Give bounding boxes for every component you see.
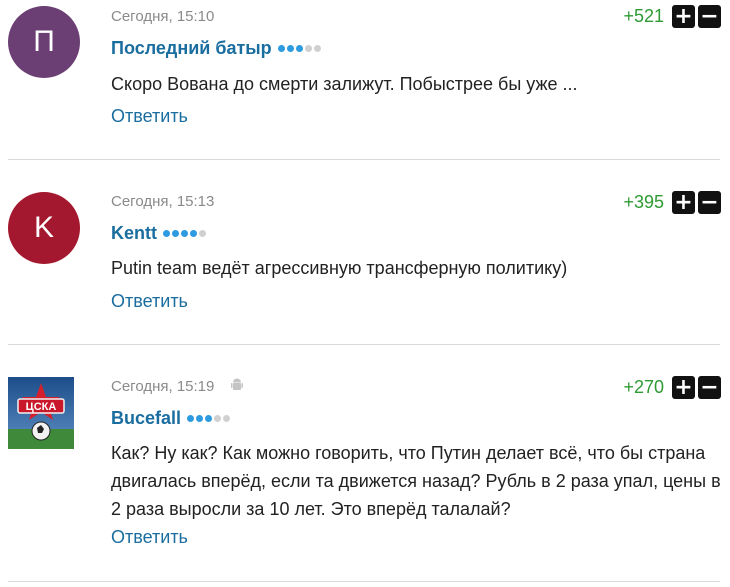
vote-down-button[interactable]: − [698, 5, 721, 28]
avatar-letter: K [33, 211, 54, 244]
comment-item: П Сегодня, 15:10 Последний батыр Скоро В… [0, 0, 730, 160]
rank-dot [172, 230, 179, 237]
rank-dot [181, 230, 188, 237]
rating: +395 + − [623, 191, 721, 214]
rank-dot [277, 45, 285, 52]
comment-item: K Сегодня, 15:13 Kentt Putin team ведёт … [0, 160, 730, 345]
avatar-logo-text: ЦСКА [26, 401, 57, 413]
avatar-letter: П [33, 25, 55, 58]
rating: +521 + − [623, 5, 721, 28]
reply-link[interactable]: Ответить [111, 527, 188, 548]
divider [8, 581, 720, 582]
avatar[interactable]: ЦСКА [8, 377, 74, 449]
rank-dot [199, 230, 206, 237]
vote-up-button[interactable]: + [672, 191, 695, 214]
reply-link[interactable]: Ответить [111, 291, 188, 312]
author-name[interactable]: Последний батыр [111, 38, 272, 59]
cska-logo-icon: ЦСКА [8, 377, 74, 449]
vote-down-button[interactable]: − [698, 376, 721, 399]
author-name[interactable]: Kentt [111, 223, 157, 244]
comment-timestamp: Сегодня, 15:13 [111, 193, 215, 210]
author-line: Bucefall [111, 408, 231, 429]
comment-item: ЦСКА Сегодня, 15:19 Bucefall Как? Ну как… [0, 345, 730, 587]
android-icon [230, 378, 243, 396]
comment-timestamp: Сегодня, 15:19 [111, 378, 215, 395]
author-name[interactable]: Bucefall [111, 408, 181, 429]
vote-up-button[interactable]: + [672, 5, 695, 28]
reply-link[interactable]: Ответить [111, 106, 188, 127]
author-line: Последний батыр [111, 38, 321, 59]
rank-dots [187, 415, 231, 422]
rank-dot [187, 415, 195, 422]
avatar[interactable]: П [8, 6, 80, 78]
rating-score: +521 [623, 6, 664, 26]
rank-dot [313, 45, 321, 52]
vote-down-button[interactable]: − [698, 191, 721, 214]
rank-dot [295, 45, 303, 52]
comment-timestamp: Сегодня, 15:10 [111, 8, 215, 25]
avatar[interactable]: K [8, 192, 80, 264]
comment-text: Putin team ведёт агрессивную трансферную… [111, 258, 568, 278]
rank-dots [163, 230, 206, 237]
comment-text: Скоро Вована до смерти залижут. Побыстре… [111, 74, 578, 94]
vote-up-button[interactable]: + [672, 376, 695, 399]
rank-dot [223, 415, 231, 422]
rating-score: +395 [623, 192, 664, 212]
rating-score: +270 [623, 377, 664, 397]
rank-dot [163, 230, 170, 237]
rank-dot [286, 45, 294, 52]
rank-dots [277, 45, 321, 52]
rank-dot [304, 45, 312, 52]
author-line: Kentt [111, 223, 206, 244]
rank-dot [190, 230, 197, 237]
rank-dot [196, 415, 204, 422]
rating: +270 + − [623, 376, 721, 399]
rank-dot [214, 415, 222, 422]
rank-dot [205, 415, 213, 422]
comment-timestamp-row: Сегодня, 15:19 [111, 378, 243, 396]
comment-text: Как? Ну как? Как можно говорить, что Пут… [111, 443, 721, 519]
